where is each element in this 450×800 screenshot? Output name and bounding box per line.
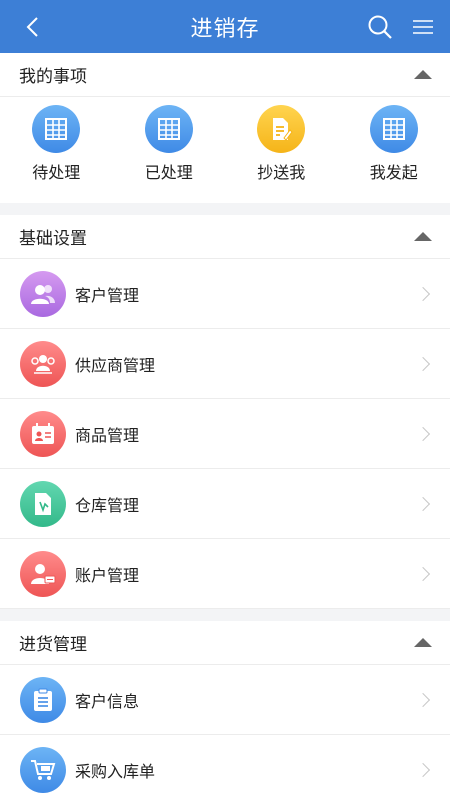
chevron-right-icon (415, 692, 431, 707)
chevron-right-icon (415, 762, 431, 777)
document-edit-icon (257, 105, 306, 153)
menu-icon (413, 19, 433, 34)
collapse-caret-icon[interactable] (414, 232, 432, 241)
search-button[interactable] (360, 0, 400, 53)
page-title: 进销存 (190, 16, 260, 42)
cc-me-label: 抄送我 (257, 163, 306, 182)
cart-icon (20, 746, 66, 793)
chevron-right-icon (415, 496, 431, 511)
section-title: 我的事项 (19, 67, 87, 87)
users-icon (20, 270, 66, 317)
customer-info-row[interactable]: 客户信息 (0, 665, 450, 735)
purchase-management-header: 进货管理 (0, 621, 450, 665)
basic-settings-header: 基础设置 (0, 215, 450, 259)
search-icon (368, 15, 392, 39)
my-items-section: 我的事项 待处理 已处理 抄送我 我发起 (0, 53, 450, 203)
collapse-caret-icon[interactable] (414, 638, 432, 647)
account-management-row[interactable]: 账户管理 (0, 539, 450, 609)
table-icon (369, 105, 418, 153)
initiated-label: 我发起 (369, 163, 418, 182)
chevron-right-icon (415, 356, 431, 371)
section-title: 基础设置 (19, 229, 87, 249)
clipboard-icon (20, 676, 66, 723)
table-icon (144, 105, 193, 153)
account-icon (20, 550, 66, 597)
row-label: 供应商管理 (75, 355, 156, 375)
collapse-caret-icon[interactable] (414, 70, 432, 79)
product-card-icon (20, 410, 66, 457)
row-label: 仓库管理 (75, 495, 140, 515)
row-label: 账户管理 (75, 565, 140, 585)
warehouse-management-row[interactable]: 仓库管理 (0, 469, 450, 539)
row-label: 商品管理 (75, 425, 140, 445)
menu-button[interactable] (406, 0, 440, 53)
row-label: 客户信息 (75, 691, 140, 711)
top-bar: 进销存 (0, 0, 450, 53)
chevron-left-icon (26, 16, 38, 37)
warehouse-doc-icon (20, 480, 66, 527)
cc-me-item[interactable]: 抄送我 (225, 105, 338, 203)
processed-label: 已处理 (144, 163, 193, 182)
pending-item[interactable]: 待处理 (0, 105, 113, 203)
my-items-grid: 待处理 已处理 抄送我 我发起 (0, 97, 450, 203)
purchase-inbound-row[interactable]: 采购入库单 (0, 735, 450, 800)
chevron-right-icon (415, 286, 431, 301)
basic-settings-section: 基础设置 客户管理 供应商管理 商品管理 仓库管理 账户管理 (0, 215, 450, 609)
processed-item[interactable]: 已处理 (113, 105, 226, 203)
purchase-management-section: 进货管理 客户信息 采购入库单 (0, 621, 450, 800)
pending-label: 待处理 (32, 163, 81, 182)
chevron-right-icon (415, 566, 431, 581)
section-divider (0, 609, 450, 621)
row-label: 采购入库单 (75, 761, 156, 781)
customer-management-row[interactable]: 客户管理 (0, 259, 450, 329)
chevron-right-icon (415, 426, 431, 441)
back-button[interactable] (14, 0, 50, 53)
table-icon (32, 105, 81, 153)
row-label: 客户管理 (75, 285, 140, 305)
section-title: 进货管理 (19, 635, 87, 655)
section-divider (0, 203, 450, 215)
supplier-management-row[interactable]: 供应商管理 (0, 329, 450, 399)
supplier-icon (20, 340, 66, 387)
product-management-row[interactable]: 商品管理 (0, 399, 450, 469)
initiated-item[interactable]: 我发起 (338, 105, 450, 203)
my-items-header: 我的事项 (0, 53, 450, 97)
